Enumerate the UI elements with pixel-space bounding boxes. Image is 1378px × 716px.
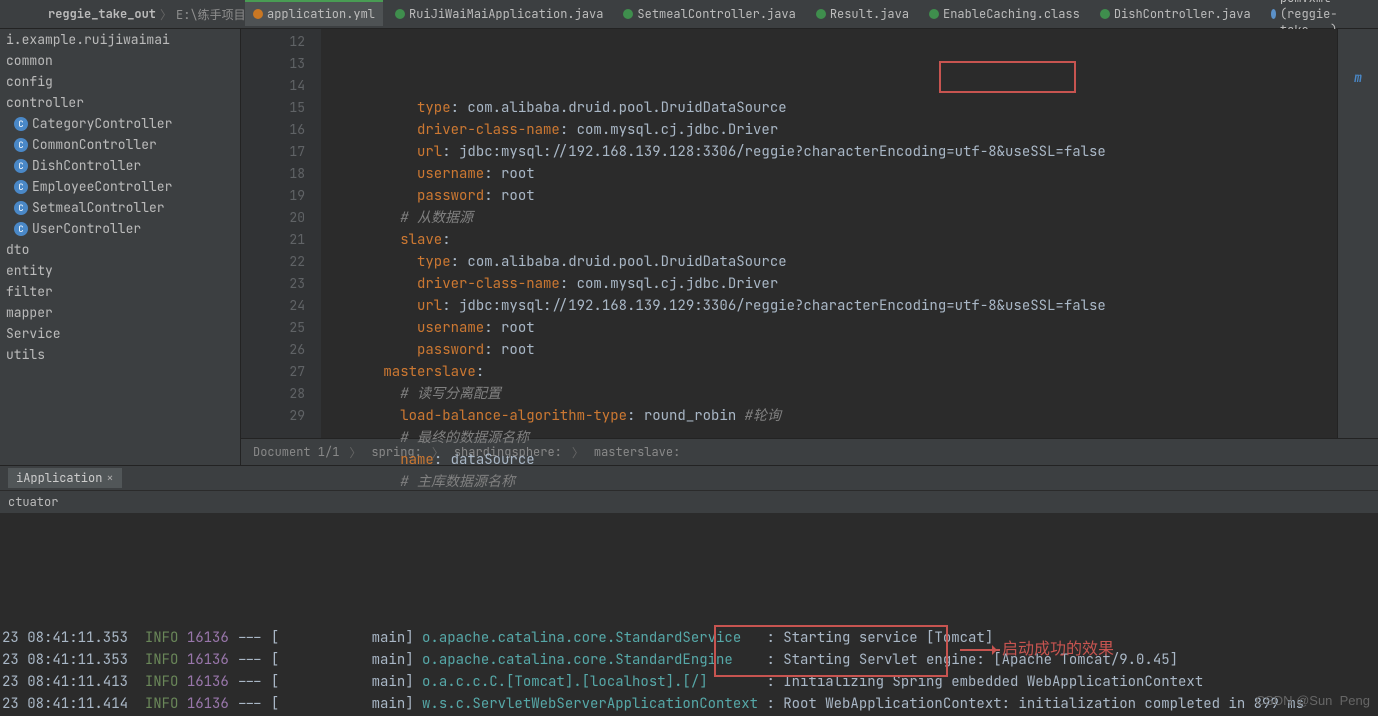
tree-class[interactable]: CCategoryController <box>0 113 240 134</box>
tree-class[interactable]: CCommonController <box>0 134 240 155</box>
project-sidebar[interactable]: i.example.ruijiwaimaicommonconfigcontrol… <box>0 29 241 465</box>
run-subtab[interactable]: ctuator <box>0 490 1378 513</box>
code-line[interactable]: type: com.alibaba.druid.pool.DruidDataSo… <box>321 97 1337 119</box>
code-line[interactable]: name: dataSource <box>321 449 1337 471</box>
tree-folder[interactable]: dto <box>0 239 240 260</box>
code-content[interactable]: type: com.alibaba.druid.pool.DruidDataSo… <box>321 29 1337 438</box>
tree-folder[interactable]: controller <box>0 92 240 113</box>
editor-tab[interactable]: pom.xml (reggie-take...) <box>1263 0 1378 26</box>
code-line[interactable]: load-balance-algorithm-type: round_robin… <box>321 405 1337 427</box>
tree-class[interactable]: CEmployeeController <box>0 176 240 197</box>
tree-folder[interactable]: utils <box>0 344 240 365</box>
log-line: 23 08:41:11.353 INFO 16136 --- [ main] o… <box>2 627 1376 649</box>
log-line: 23 08:41:11.414 INFO 16136 --- [ main] w… <box>2 693 1376 715</box>
code-line[interactable]: masterslave: <box>321 361 1337 383</box>
class-icon: C <box>14 180 28 194</box>
run-tab[interactable]: iApplication × <box>8 468 122 488</box>
log-line: 23 08:41:11.353 INFO 16136 --- [ main] o… <box>2 649 1376 671</box>
tree-folder[interactable]: mapper <box>0 302 240 323</box>
code-line[interactable]: url: jdbc:mysql://192.168.139.128:3306/r… <box>321 141 1337 163</box>
class-icon: C <box>14 138 28 152</box>
tree-folder[interactable]: Service <box>0 323 240 344</box>
editor-tab[interactable]: EnableCaching.class <box>921 0 1088 26</box>
tree-class[interactable]: CUserController <box>0 218 240 239</box>
code-line[interactable]: # 读写分离配置 <box>321 383 1337 405</box>
tree-class[interactable]: CSetmealController <box>0 197 240 218</box>
breadcrumb-bar: reggie_take_out 〉 E:\练手项目\reggie-take ap… <box>0 0 1378 29</box>
code-line[interactable]: username: root <box>321 317 1337 339</box>
class-icon: C <box>14 117 28 131</box>
tree-folder[interactable]: entity <box>0 260 240 281</box>
project-name: reggie_take_out <box>48 6 156 22</box>
code-line[interactable]: driver-class-name: com.mysql.cj.jdbc.Dri… <box>321 273 1337 295</box>
code-line[interactable]: # 主库数据源名称 <box>321 471 1337 493</box>
run-panel: iApplication × ctuator 启动成功的效果 CSDN @Sun… <box>0 465 1378 716</box>
close-icon[interactable]: × <box>106 470 113 486</box>
code-line[interactable]: password: root <box>321 339 1337 361</box>
editor-tab[interactable]: application.yml <box>245 0 383 26</box>
code-editor[interactable]: 121314151617181920212223242526272829 typ… <box>241 29 1378 438</box>
editor-tab[interactable]: RuiJiWaiMaiApplication.java <box>387 0 611 26</box>
code-line[interactable]: # 从数据源 <box>321 207 1337 229</box>
editor-area: 121314151617181920212223242526272829 typ… <box>241 29 1378 465</box>
console-output[interactable]: 启动成功的效果 CSDN @Sun Peng 23 08:41:11.353 I… <box>0 513 1378 716</box>
code-line[interactable]: slave: <box>321 229 1337 251</box>
ide-root: reggie_take_out 〉 E:\练手项目\reggie-take ap… <box>0 0 1378 716</box>
code-line[interactable]: url: jdbc:mysql://192.168.139.129:3306/r… <box>321 295 1337 317</box>
code-line[interactable]: type: com.alibaba.druid.pool.DruidDataSo… <box>321 251 1337 273</box>
editor-tab[interactable]: DishController.java <box>1092 0 1259 26</box>
class-icon: C <box>14 159 28 173</box>
code-line[interactable]: # 最终的数据源名称 <box>321 427 1337 449</box>
meta-icon[interactable]: m <box>1354 69 1362 86</box>
red-annotation: 启动成功的效果 <box>960 639 1114 661</box>
editor-tab[interactable]: Result.java <box>808 0 917 26</box>
watermark-text: CSDN @Sun Peng <box>1256 690 1370 712</box>
class-icon: C <box>14 222 28 236</box>
highlight-annotation-1 <box>939 61 1076 93</box>
class-icon: C <box>14 201 28 215</box>
right-tool-strip[interactable]: m <box>1337 29 1378 438</box>
main-split: i.example.ruijiwaimaicommonconfigcontrol… <box>0 29 1378 465</box>
code-line[interactable]: username: root <box>321 163 1337 185</box>
line-gutter: 121314151617181920212223242526272829 <box>241 29 321 438</box>
log-line: 23 08:41:11.413 INFO 16136 --- [ main] o… <box>2 671 1376 693</box>
tree-folder[interactable]: common <box>0 50 240 71</box>
code-line[interactable]: driver-class-name: com.mysql.cj.jdbc.Dri… <box>321 119 1337 141</box>
editor-tab[interactable]: SetmealController.java <box>615 0 803 26</box>
tree-folder[interactable]: i.example.ruijiwaimai <box>0 29 240 50</box>
code-line[interactable]: password: root <box>321 185 1337 207</box>
tree-class[interactable]: CDishController <box>0 155 240 176</box>
tree-folder[interactable]: config <box>0 71 240 92</box>
tree-folder[interactable]: filter <box>0 281 240 302</box>
